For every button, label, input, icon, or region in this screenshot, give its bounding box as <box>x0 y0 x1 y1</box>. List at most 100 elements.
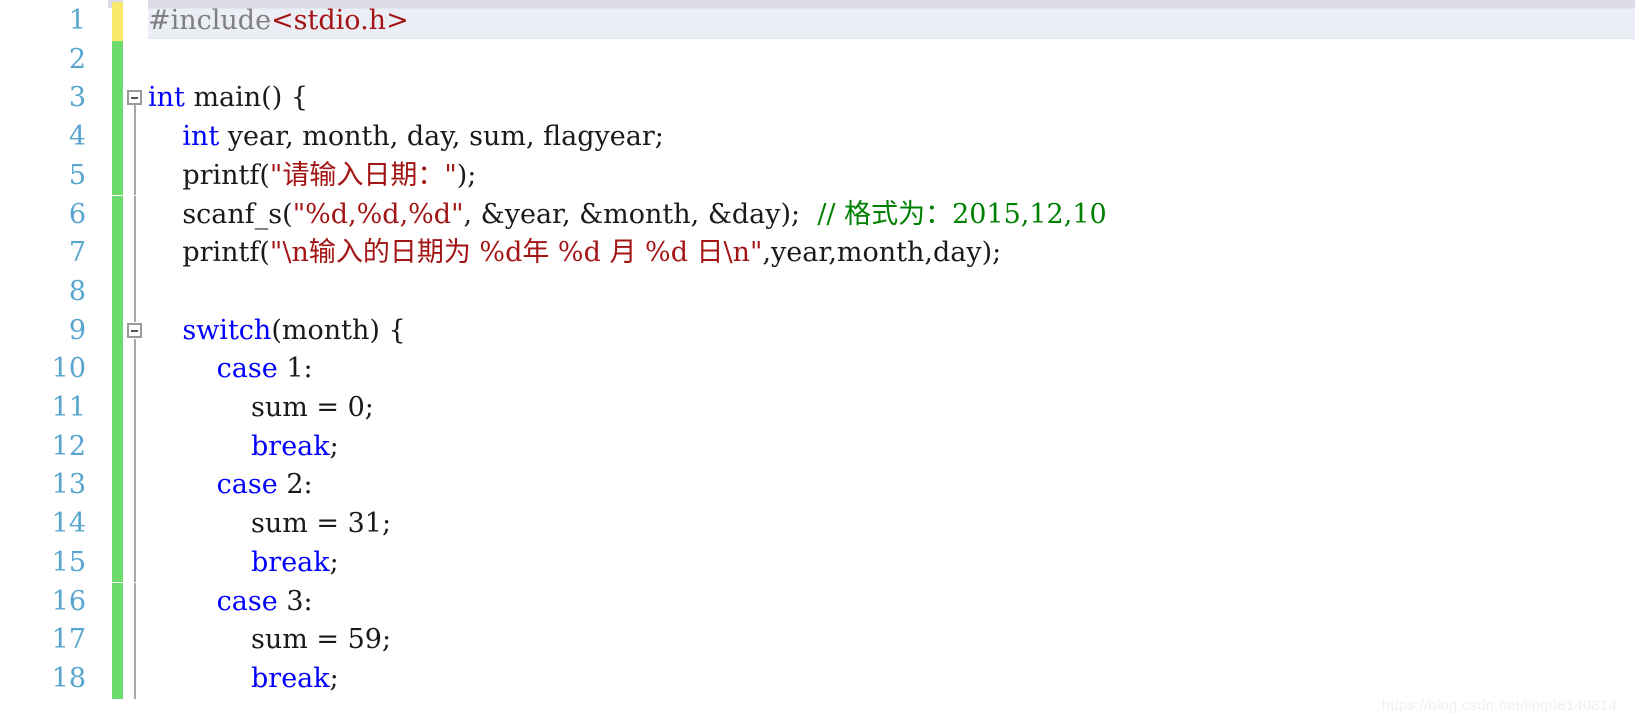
change-bar-segment[interactable] <box>112 40 123 80</box>
token-plain: scanf_s( <box>148 198 293 230</box>
line-number: 3 <box>68 82 86 114</box>
change-bar-segment[interactable] <box>112 156 123 196</box>
change-bar-segment[interactable] <box>112 389 123 428</box>
token-keyword: break <box>251 662 330 694</box>
fold-guide-line <box>134 195 136 235</box>
code-line[interactable]: sum = 59; <box>148 621 1635 660</box>
token-string: <stdio.h> <box>271 5 409 36</box>
token-preprocessor: #include <box>148 5 272 36</box>
line-number: 14 <box>51 508 86 540</box>
token-plain: printf( <box>148 237 270 269</box>
change-bar-segment[interactable] <box>112 79 123 119</box>
fold-guide-line <box>134 272 136 312</box>
line-number: 1 <box>68 5 86 36</box>
fold-guide-line <box>134 118 136 157</box>
fold-collapse-icon[interactable] <box>127 90 142 106</box>
change-bar-segment[interactable] <box>112 582 123 622</box>
change-bar-segment[interactable] <box>112 2 123 41</box>
code-editor[interactable]: 1 2 3 4 5 6 7 8 9 10 11 12 13 14 15 16 17 18 #include<std… <box>0 0 1635 728</box>
change-bar-segment[interactable] <box>112 195 123 235</box>
line-number: 16 <box>51 585 86 617</box>
token-plain: sum = 31; <box>148 508 392 540</box>
line-number: 5 <box>68 159 86 191</box>
fold-guide-line <box>134 105 136 119</box>
line-number: 11 <box>51 392 86 423</box>
token-keyword: switch <box>182 314 272 346</box>
code-text-area[interactable]: #include<stdio.h> int main() { int year, … <box>148 0 1635 728</box>
change-bar-segment[interactable] <box>112 466 123 506</box>
token-keyword: case <box>216 353 278 385</box>
fold-guide-line <box>134 389 136 428</box>
line-number: 10 <box>51 353 86 385</box>
code-folding-column[interactable] <box>123 0 148 728</box>
code-line[interactable]: int main() { <box>148 79 1635 118</box>
change-bar-segment[interactable] <box>112 427 123 467</box>
fold-guide-line <box>134 543 136 583</box>
token-string: "\n输入的日期为 %d年 %d 月 %d 日\n" <box>269 237 763 269</box>
token-plain: printf( <box>148 159 270 191</box>
token-keyword: case <box>216 469 278 501</box>
token-string: "请输入日期：" <box>269 159 457 191</box>
fold-guide-line <box>134 156 136 196</box>
code-line[interactable]: case 3: <box>148 583 1635 622</box>
fold-guide-line <box>134 582 136 622</box>
token-plain: (month) { <box>271 314 406 346</box>
code-line[interactable]: #include<stdio.h> <box>148 2 1635 41</box>
code-line[interactable]: printf("\n输入的日期为 %d年 %d 月 %d 日\n",year,m… <box>148 234 1635 273</box>
code-line[interactable]: int year, month, day, sum, flagyear; <box>148 118 1635 157</box>
line-number: 8 <box>68 275 86 307</box>
watermark-url: https://blog.csdn.net/ling08140814 <box>1381 697 1617 714</box>
token-keyword: break <box>251 546 330 578</box>
change-bar-segment[interactable] <box>112 118 123 157</box>
code-line[interactable]: case 1: <box>148 350 1635 389</box>
token-keyword: case <box>216 585 278 617</box>
change-bar-segment[interactable] <box>112 505 123 544</box>
code-line[interactable]: case 2: <box>148 466 1635 505</box>
code-line[interactable]: sum = 31; <box>148 505 1635 544</box>
line-number-gutter[interactable]: 1 2 3 4 5 6 7 8 9 10 11 12 13 14 15 16 17 18 <box>0 0 108 728</box>
change-bar-segment[interactable] <box>112 311 123 351</box>
code-line[interactable]: break; <box>148 660 1635 699</box>
token-plain: ; <box>329 430 339 462</box>
code-line[interactable] <box>148 273 1635 312</box>
line-number: 17 <box>51 624 86 656</box>
line-number: 7 <box>68 237 86 269</box>
token-plain: year, month, day, sum, flagyear; <box>219 121 664 153</box>
change-bar-segment[interactable] <box>112 234 123 273</box>
fold-collapse-icon[interactable] <box>127 322 142 338</box>
fold-guide-line <box>134 234 136 273</box>
fold-guide-line <box>134 427 136 467</box>
change-bar-segment[interactable] <box>112 272 123 312</box>
token-keyword: int <box>148 82 185 114</box>
token-plain: ; <box>329 546 339 578</box>
token-plain: sum = 59; <box>148 624 392 656</box>
code-line[interactable] <box>148 41 1635 80</box>
token-plain: ); <box>456 159 477 191</box>
change-bar-segment[interactable] <box>112 659 123 699</box>
line-number: 9 <box>68 314 86 346</box>
token-plain: ; <box>329 662 339 694</box>
code-line[interactable]: printf("请输入日期："); <box>148 157 1635 196</box>
token-plain: main() { <box>184 82 309 114</box>
code-line[interactable]: switch(month) { <box>148 312 1635 351</box>
fold-guide-line <box>134 505 136 544</box>
line-number: 13 <box>51 469 86 501</box>
line-number: 2 <box>68 43 86 75</box>
code-line[interactable]: scanf_s("%d,%d,%d", &year, &month, &day)… <box>148 196 1635 235</box>
line-number: 12 <box>51 430 86 462</box>
change-bar-segment[interactable] <box>112 543 123 583</box>
change-bar-segment[interactable] <box>112 621 123 660</box>
code-line[interactable]: sum = 0; <box>148 389 1635 428</box>
line-number: 4 <box>68 121 86 153</box>
code-line[interactable]: break; <box>148 544 1635 583</box>
change-bar-segment[interactable] <box>112 350 123 389</box>
token-string: "%d,%d,%d" <box>292 198 464 230</box>
token-keyword: int <box>182 121 220 153</box>
code-line[interactable]: break; <box>148 428 1635 467</box>
fold-guide-line <box>134 621 136 660</box>
